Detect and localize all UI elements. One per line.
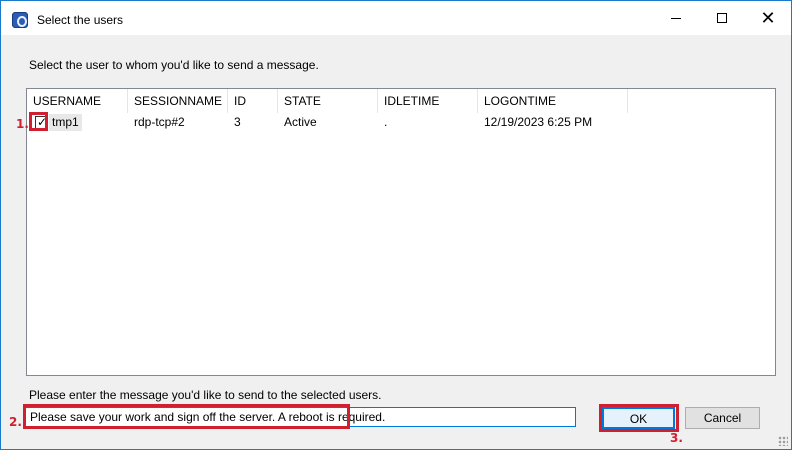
cancel-button[interactable]: Cancel [685, 407, 760, 429]
column-header-username[interactable]: USERNAME [27, 89, 128, 113]
app-icon [12, 12, 28, 28]
maximize-icon [717, 13, 727, 23]
minimize-icon [671, 17, 681, 19]
window-title: Select the users [37, 13, 124, 27]
select-users-label: Select the user to whom you'd like to se… [29, 58, 319, 72]
column-header-idletime[interactable]: IDLETIME [378, 89, 478, 113]
step-label-1: 1. [16, 117, 29, 131]
table-row[interactable]: ✓ tmp1 rdp-tcp#2 3 Active . 12/19/2023 6… [27, 113, 775, 132]
state-cell: Active [284, 115, 317, 129]
step-label-3: 3. [670, 431, 683, 445]
close-button[interactable]: ✕ [745, 1, 791, 35]
callout-box-message [23, 404, 350, 429]
minimize-button[interactable] [653, 1, 699, 35]
title-bar[interactable]: Select the users ✕ [1, 1, 791, 35]
close-icon: ✕ [760, 8, 776, 28]
column-header-id[interactable]: ID [228, 89, 278, 113]
resize-grip[interactable] [778, 436, 788, 446]
id-cell: 3 [234, 115, 241, 129]
callout-box-checkbox [29, 112, 48, 131]
column-header-logontime[interactable]: LOGONTIME [478, 89, 628, 113]
column-header-state[interactable]: STATE [278, 89, 378, 113]
list-header: USERNAME SESSIONNAME ID STATE IDLETIME L… [27, 89, 775, 113]
message-prompt-label: Please enter the message you'd like to s… [29, 388, 382, 402]
step-label-2: 2. [9, 415, 22, 429]
column-header-sessionname[interactable]: SESSIONNAME [128, 89, 228, 113]
callout-box-ok [599, 404, 679, 432]
sessionname-cell: rdp-tcp#2 [134, 115, 185, 129]
maximize-button[interactable] [699, 1, 745, 35]
username-cell: tmp1 [49, 114, 82, 131]
idletime-cell: . [384, 115, 388, 129]
logontime-cell: 12/19/2023 6:25 PM [484, 115, 593, 129]
users-list[interactable]: USERNAME SESSIONNAME ID STATE IDLETIME L… [26, 88, 776, 376]
dialog-window: Select the users ✕ Select the user to wh… [0, 0, 792, 450]
